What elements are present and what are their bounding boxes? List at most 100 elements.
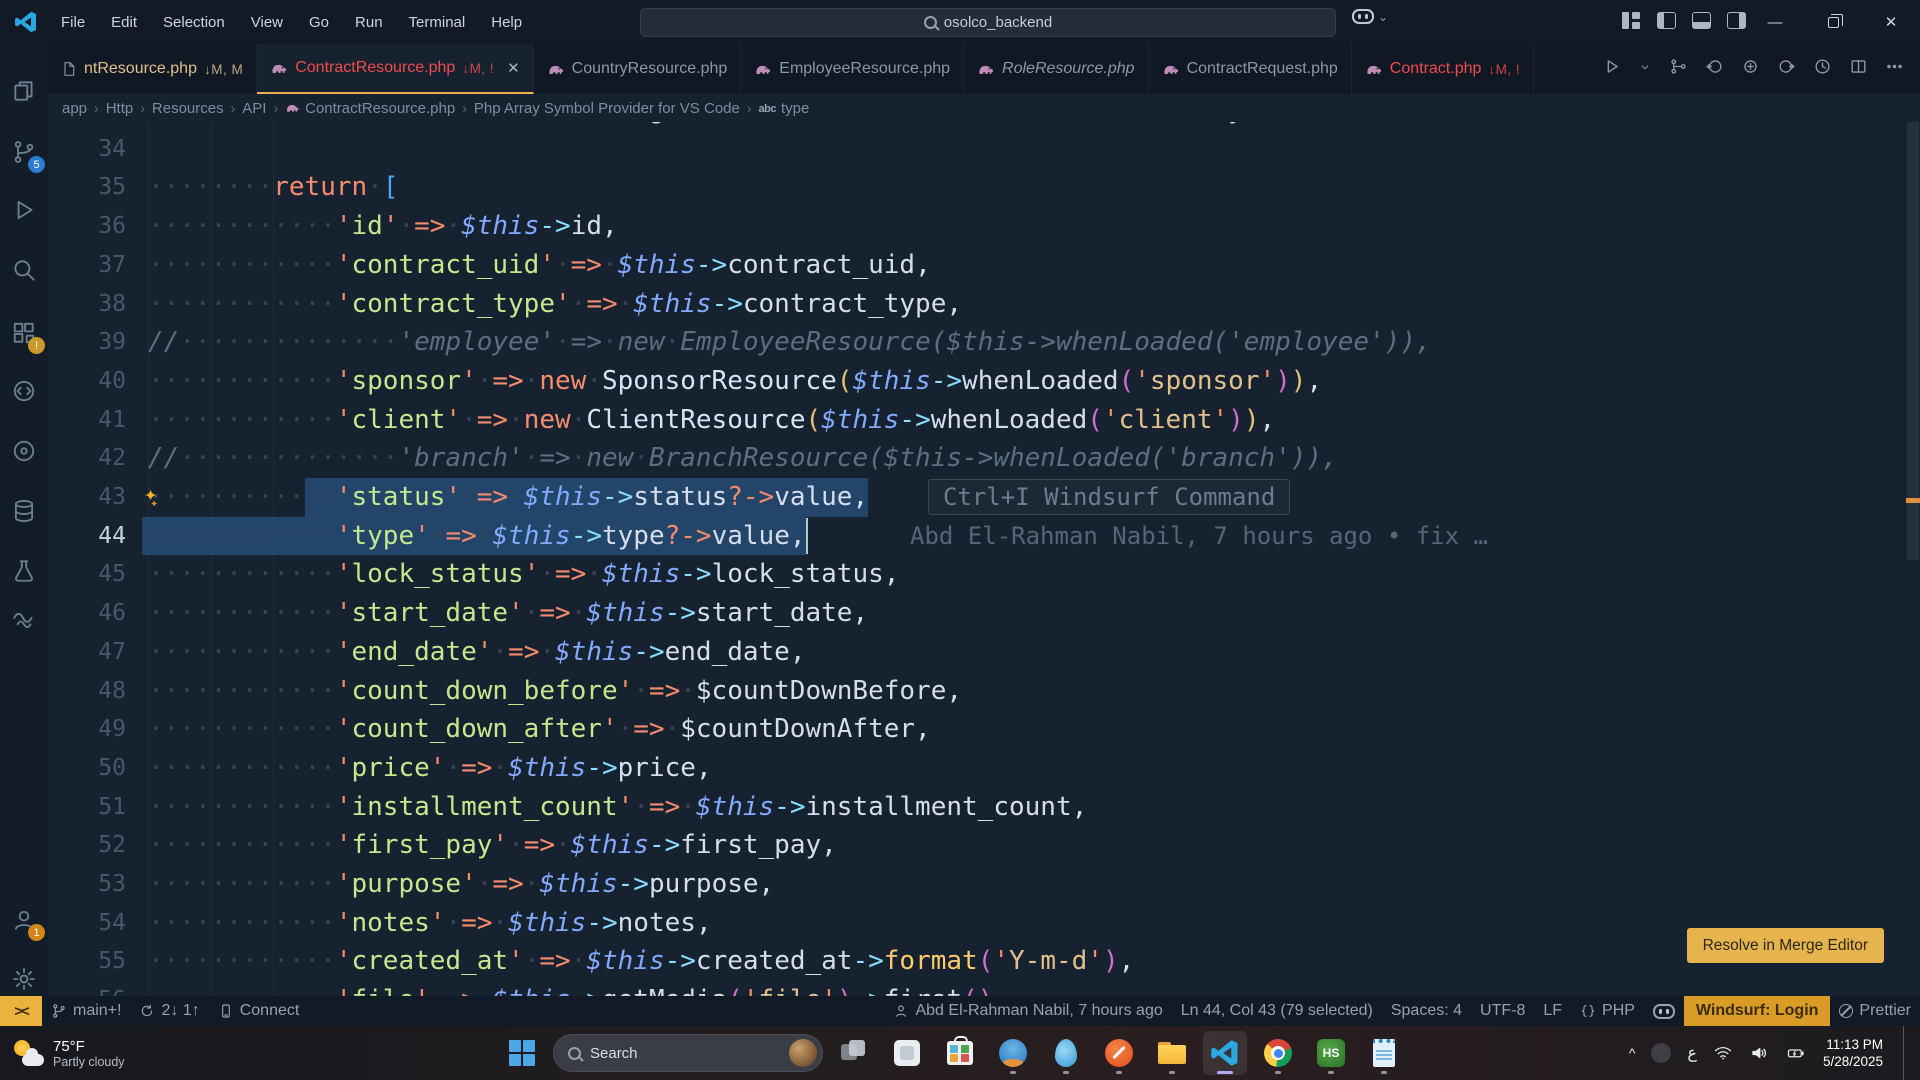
status-encoding[interactable]: UTF-8 [1471, 996, 1534, 1026]
volume-icon[interactable] [1749, 1044, 1769, 1062]
taskbar-vscode-icon[interactable] [1203, 1031, 1247, 1075]
code-editor[interactable]: 33········$countDownAfter·=·$now->gt($du… [48, 122, 1906, 996]
code-line[interactable]: 54············'notes'·=>·$this->notes, [48, 904, 1906, 943]
battery-icon[interactable] [1785, 1044, 1807, 1062]
sidebar-item-windsurf[interactable] [6, 602, 42, 638]
editor-action-run-icon[interactable] [1602, 57, 1621, 81]
menu-edit[interactable]: Edit [98, 10, 150, 35]
code-line[interactable]: 47············'end_date'·=>·$this->end_d… [48, 633, 1906, 672]
sidebar-item-extensions[interactable]: ! [6, 315, 42, 351]
code-line[interactable]: 40············'sponsor'·=>·new·SponsorRe… [48, 362, 1906, 401]
close-icon[interactable]: ✕ [1862, 0, 1920, 44]
menu-file[interactable]: File [48, 10, 98, 35]
editor-action-split-editor-icon[interactable] [1849, 57, 1868, 81]
sidebar-item-source-control[interactable]: 5 [6, 134, 42, 170]
start-button[interactable] [500, 1031, 544, 1075]
code-line[interactable]: 53············'purpose'·=>·$this->purpos… [48, 865, 1906, 904]
status-prettier[interactable]: Prettier [1830, 996, 1920, 1026]
breadcrumb-item-php-array-symbol-provider-for-vs-code[interactable]: Php Array Symbol Provider for VS Code [474, 100, 740, 117]
editor-action-current-change-icon[interactable] [1741, 57, 1760, 81]
hidden-icons-chevron[interactable]: ^ [1629, 1045, 1636, 1061]
code-line[interactable]: 52············'first_pay'·=>·$this->firs… [48, 826, 1906, 865]
resolve-in-merge-editor-button[interactable]: Resolve in Merge Editor [1687, 928, 1884, 963]
taskbar-file-explorer-icon[interactable] [1150, 1031, 1194, 1075]
wifi-icon[interactable] [1713, 1044, 1733, 1062]
code-line[interactable]: 42//··············'branch'·=>·new·Branch… [48, 439, 1906, 478]
taskbar-task-view-icon[interactable] [832, 1031, 876, 1075]
toggle-panel-icon[interactable] [1692, 12, 1711, 29]
menu-view[interactable]: View [238, 10, 296, 35]
taskbar-search[interactable]: Search [553, 1034, 823, 1072]
menu-help[interactable]: Help [478, 10, 535, 35]
menu-terminal[interactable]: Terminal [396, 10, 479, 35]
code-line[interactable]: 38············'contract_type'·=>·$this->… [48, 285, 1906, 324]
show-desktop-button[interactable] [1903, 1026, 1908, 1080]
sidebar-item-run-debug[interactable] [6, 192, 42, 228]
taskbar-white-app-icon[interactable] [885, 1031, 929, 1075]
status-git-sync[interactable]: 2↓ 1↑ [130, 996, 208, 1026]
menu-run[interactable]: Run [342, 10, 396, 35]
taskbar-pen-app-icon[interactable] [1097, 1031, 1141, 1075]
copilot-menu[interactable]: ⌄ [1352, 9, 1388, 24]
tab-countryresource-php[interactable]: CountryResource.php [534, 44, 742, 94]
sidebar-item-database[interactable] [6, 493, 42, 529]
sidebar-item-settings[interactable] [6, 961, 42, 997]
breadcrumb-item-type[interactable]: type [781, 100, 809, 117]
taskbar-heidisql-icon[interactable]: HS [1309, 1031, 1353, 1075]
code-line[interactable]: 55············'created_at'·=>·$this->cre… [48, 942, 1906, 981]
code-line[interactable]: 39//··············'employee'·=>·new·Empl… [48, 323, 1906, 362]
taskbar-notepad-icon[interactable] [1362, 1031, 1406, 1075]
taskbar-drop-app-icon[interactable] [1044, 1031, 1088, 1075]
hidden-app-icon[interactable] [1651, 1043, 1671, 1063]
tab-contractrequest-php[interactable]: ContractRequest.php [1149, 44, 1352, 94]
editor-action-chevron-down-icon[interactable] [1638, 60, 1652, 79]
sidebar-item-accounts[interactable]: 1 [6, 902, 42, 938]
tab-employeeresource-php[interactable]: EmployeeResource.php [741, 44, 964, 94]
status-git-branch[interactable]: main+! [42, 996, 130, 1026]
editor-action-next-change-icon[interactable] [1777, 57, 1796, 81]
code-line[interactable]: 50············'price'·=>·$this->price, [48, 749, 1906, 788]
sidebar-item-remote-explorer[interactable] [6, 373, 42, 409]
breadcrumb-item-app[interactable]: app [62, 100, 87, 117]
status-language-mode[interactable]: PHP [1571, 996, 1644, 1026]
code-line[interactable]: 45············'lock_status'·=>·$this->lo… [48, 555, 1906, 594]
code-line[interactable]: 35········return·[ [48, 168, 1906, 207]
taskbar-microsoft-store-icon[interactable] [938, 1031, 982, 1075]
code-line[interactable]: 34 [48, 130, 1906, 169]
taskbar-clock[interactable]: 11:13 PM 5/28/2025 [1823, 1036, 1883, 1070]
restore-icon[interactable] [1804, 0, 1862, 44]
code-line[interactable]: 36············'id'·=>·$this->id, [48, 207, 1906, 246]
input-language-indicator[interactable]: ع [1687, 1043, 1697, 1063]
code-line[interactable]: 41············'client'·=>·new·ClientReso… [48, 401, 1906, 440]
code-line[interactable]: 48············'count_down_before'·=>·$co… [48, 672, 1906, 711]
editor-action-history-icon[interactable] [1813, 57, 1832, 81]
code-line[interactable]: 37············'contract_uid'·=>·$this->c… [48, 246, 1906, 285]
sidebar-item-explorer[interactable] [6, 73, 42, 109]
command-center-search[interactable]: osolco_backend [640, 8, 1336, 37]
windsurf-command-hint[interactable]: Ctrl+I Windsurf Command [928, 479, 1290, 515]
editor-action-merge-icon[interactable] [1669, 57, 1688, 81]
tab-contractresource-php[interactable]: ContractResource.php↓M, !✕ [257, 44, 533, 94]
sidebar-item-search[interactable] [6, 252, 42, 288]
toggle-sidebar-icon[interactable] [1657, 12, 1676, 29]
status-blame-author[interactable]: Abd El-Rahman Nabil, 7 hours ago [884, 996, 1171, 1026]
taskbar-chrome-icon[interactable] [1256, 1031, 1300, 1075]
menu-go[interactable]: Go [296, 10, 342, 35]
breadcrumb-item-api[interactable]: API [242, 100, 266, 117]
code-line[interactable]: 51············'installment_count'·=>·$th… [48, 788, 1906, 827]
breadcrumb-item-contractresource-php[interactable]: ContractResource.php [305, 100, 455, 117]
tab-roleresource-php[interactable]: RoleResource.php [964, 44, 1149, 94]
tab-contract-php[interactable]: Contract.php↓M, ! [1352, 44, 1534, 94]
scrollbar-thumb[interactable] [1907, 122, 1919, 560]
tab-close-icon[interactable]: ✕ [507, 59, 520, 77]
windsurf-sparkle-icon[interactable]: ✦✦ [144, 482, 165, 507]
breadcrumb-item-http[interactable]: Http [106, 100, 134, 117]
code-line[interactable]: 56············'file'·=>·$this->getMedia(… [48, 981, 1906, 996]
code-line[interactable]: 33········$countDownAfter·=·$now->gt($du… [48, 122, 1906, 130]
status-copilot-status[interactable] [1644, 996, 1684, 1026]
breadcrumb-item-resources[interactable]: Resources [152, 100, 224, 117]
taskbar-blue-app-icon[interactable] [991, 1031, 1035, 1075]
editor-action-prev-change-icon[interactable] [1705, 57, 1724, 81]
code-line[interactable]: 49············'count_down_after'·=>·$cou… [48, 710, 1906, 749]
status-indentation[interactable]: Spaces: 4 [1382, 996, 1471, 1026]
